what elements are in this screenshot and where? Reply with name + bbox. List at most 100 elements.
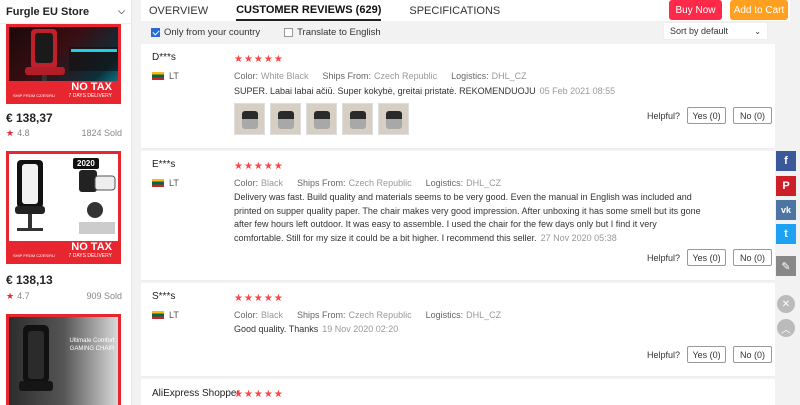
reviewer-country: LT <box>152 71 179 81</box>
logistics-label: Logistics: <box>425 310 464 320</box>
color-value: Black <box>261 310 284 320</box>
ships-label: Ships From: <box>322 71 372 81</box>
page-root: Furgle EU Store ⌵ SHIP FROM CZ/ES/RU NO … <box>0 0 800 405</box>
helpful-row: Helpful? Yes (0) No (0) <box>647 346 773 363</box>
logistics-value: DHL_CZ <box>466 310 502 320</box>
checkbox-checked-icon[interactable] <box>151 27 160 37</box>
ships-label: Ships From: <box>297 178 346 188</box>
country-code: LT <box>169 310 179 320</box>
vk-icon[interactable]: vk <box>776 200 796 220</box>
helpful-yes-button[interactable]: Yes (0) <box>687 107 727 124</box>
tab-specifications[interactable]: SPECIFICATIONS <box>409 0 500 21</box>
sort-select[interactable]: Sort by default ⌄ <box>663 22 768 40</box>
logistics-label: Logistics: <box>425 178 464 188</box>
store-selector[interactable]: Furgle EU Store ⌵ <box>0 0 131 24</box>
rating-stars: ★★★★★ <box>234 293 284 304</box>
reviewer-name: S***s <box>152 291 176 302</box>
product-price[interactable]: € 138,13 <box>6 273 53 287</box>
helpful-yes-button[interactable]: Yes (0) <box>687 346 727 363</box>
review-photo-thumbnail[interactable] <box>270 103 301 135</box>
review-date: 05 Feb 2021 08:55 <box>539 86 616 96</box>
lithuania-flag-icon <box>152 311 164 319</box>
product-image-2[interactable]: 2020 SHIP FROM CZ/ES/RU NO TAX 7 DAYS DE… <box>6 151 121 264</box>
gaming-chair-image <box>19 325 53 391</box>
lithuania-flag-icon <box>152 179 164 187</box>
ships-value: Czech Republic <box>348 178 412 188</box>
no-tax-banner: SHIP FROM CZ/ES/RU NO TAX 7 DAYS DELIVER… <box>9 81 118 101</box>
review-photo-thumbnail[interactable] <box>378 103 409 135</box>
review-text: SUPER. Labai labai ačiū. Super kokybė, g… <box>234 85 702 99</box>
reviewer-name: D***s <box>152 52 176 63</box>
pinterest-icon[interactable]: P <box>776 176 796 196</box>
ships-label: Ships From: <box>297 310 346 320</box>
no-tax-text: NO TAX <box>71 81 112 93</box>
review-photos <box>234 103 414 135</box>
product-price[interactable]: € 138,37 <box>6 111 53 125</box>
country-code: LT <box>169 71 179 81</box>
helpful-yes-button[interactable]: Yes (0) <box>687 249 727 266</box>
product-image-1[interactable]: SHIP FROM CZ/ES/RU NO TAX 7 DAYS DELIVER… <box>6 24 121 104</box>
translate-checkbox[interactable]: Translate to English <box>284 27 381 38</box>
review-filter-bar: Only from your country Translate to Engl… <box>143 22 788 42</box>
helpful-no-button[interactable]: No (0) <box>733 346 773 363</box>
review-photo-thumbnail[interactable] <box>342 103 373 135</box>
store-name: Furgle EU Store <box>6 5 90 18</box>
edit-icon[interactable]: ✎ <box>776 256 796 276</box>
review-meta: Color: White Black Ships From: Czech Repub… <box>234 71 541 81</box>
review-body: Good quality. Thanks <box>234 324 319 334</box>
logistics-label: Logistics: <box>451 71 489 81</box>
tab-overview[interactable]: OVERVIEW <box>149 0 208 21</box>
product-sold-count: 1824 Sold <box>81 128 122 138</box>
product-overlay-text: Ultimate Comfort GAMING CHAIR <box>69 338 115 352</box>
helpful-row: Helpful? Yes (0) No (0) <box>647 249 773 266</box>
product-rating-row: ★ 4.8 1824 Sold <box>6 128 122 139</box>
product-rating: 4.7 <box>17 291 30 301</box>
reviewer-name: E***s <box>152 159 176 170</box>
helpful-label: Helpful? <box>647 252 681 263</box>
only-country-checkbox[interactable]: Only from your country <box>151 27 260 38</box>
logistics-value: DHL_CZ <box>466 178 502 188</box>
review-item: D***s LT ★★★★★ Color: White Black Ships F… <box>141 44 775 149</box>
add-to-cart-button[interactable]: Add to Cart <box>730 0 788 20</box>
helpful-no-button[interactable]: No (0) <box>733 107 773 124</box>
buy-now-button[interactable]: Buy Now <box>669 0 722 20</box>
product-image-3[interactable]: Ultimate Comfort GAMING CHAIR <box>6 314 121 405</box>
chevron-down-icon: ⌄ <box>754 26 761 36</box>
ship-from-label: SHIP FROM CZ/ES/RU <box>13 253 55 258</box>
color-label: Color: <box>234 178 259 188</box>
product-rating: 4.8 <box>17 128 30 138</box>
review-meta: Color: Black Ships From: Czech Republic Lo… <box>234 178 515 188</box>
reviewer-name: AliExpress Shopper <box>152 388 240 399</box>
tab-customer-reviews[interactable]: CUSTOMER REVIEWS (629) <box>236 0 382 21</box>
review-date: 19 Nov 2020 02:20 <box>322 324 399 334</box>
ships-value: Czech Republic <box>374 71 438 81</box>
star-icon: ★ <box>6 291 15 301</box>
ships-value: Czech Republic <box>348 310 412 320</box>
review-body: Delivery was fast. Build quality and mat… <box>234 192 701 243</box>
color-value: Black <box>261 178 284 188</box>
review-item: AliExpress Shopper ★★★★★ <box>141 379 775 405</box>
scroll-top-icon[interactable]: ︿ <box>777 319 795 337</box>
rating-stars: ★★★★★ <box>234 389 284 400</box>
helpful-no-button[interactable]: No (0) <box>733 249 773 266</box>
store-sidebar: Furgle EU Store ⌵ SHIP FROM CZ/ES/RU NO … <box>0 0 132 405</box>
reviewer-country: LT <box>152 178 179 188</box>
rating-stars: ★★★★★ <box>234 161 284 172</box>
review-photo-thumbnail[interactable] <box>234 103 265 135</box>
twitter-icon[interactable]: t <box>776 224 796 244</box>
facebook-icon[interactable]: f <box>776 151 796 171</box>
helpful-row: Helpful? Yes (0) No (0) <box>647 107 773 124</box>
tab-bar: OVERVIEW CUSTOMER REVIEWS (629) SPECIFIC… <box>141 0 790 21</box>
lithuania-flag-icon <box>152 72 164 80</box>
close-icon[interactable]: ✕ <box>777 295 795 313</box>
logistics-value: DHL_CZ <box>491 71 527 81</box>
country-code: LT <box>169 178 179 188</box>
color-label: Color: <box>234 71 259 81</box>
review-text: Good quality. Thanks 19 Nov 2020 02:20 <box>234 323 702 337</box>
review-item: E***s LT ★★★★★ Color: Black Ships From: Cz… <box>141 151 775 281</box>
review-photo-thumbnail[interactable] <box>306 103 337 135</box>
gaming-chair-image <box>25 29 118 85</box>
checkbox-unchecked-icon[interactable] <box>284 27 294 37</box>
review-meta: Color: Black Ships From: Czech Republic Lo… <box>234 310 515 320</box>
review-text: Delivery was fast. Build quality and mat… <box>234 191 702 245</box>
